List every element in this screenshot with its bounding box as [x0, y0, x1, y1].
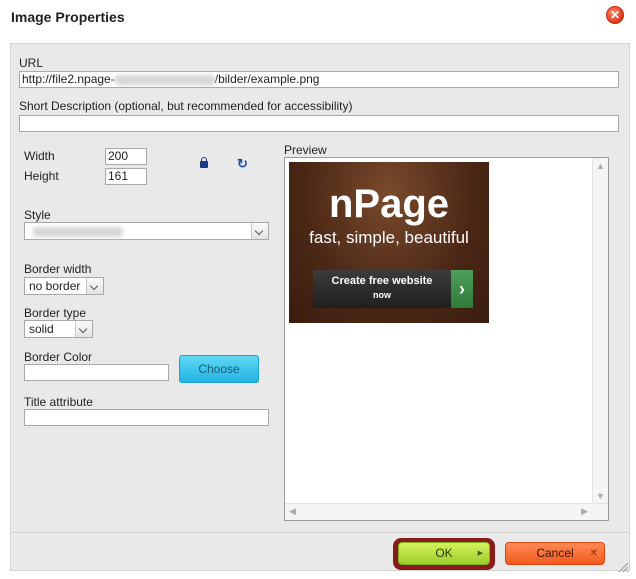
cancel-button-label: Cancel — [536, 546, 574, 560]
close-icon: ✕ — [609, 8, 621, 22]
chevron-down-icon — [86, 278, 103, 294]
scroll-right-icon[interactable]: ▶ — [581, 506, 588, 517]
banner-tagline: fast, simple, beautiful — [309, 228, 469, 247]
banner-cta: Create free website now › — [313, 270, 473, 308]
dialog-title: Image Properties — [11, 9, 125, 25]
border-type-value: solid — [29, 322, 54, 336]
url-value-suffix: /bilder/example.png — [214, 72, 320, 86]
width-input[interactable]: 200 — [105, 148, 147, 165]
reset-size-icon[interactable]: ↻ — [237, 157, 249, 170]
border-width-label: Border width — [24, 262, 92, 276]
preview-pane: nPage fast, simple, beautiful Create fre… — [284, 157, 609, 521]
title-attribute-input[interactable] — [24, 409, 269, 426]
choose-color-button[interactable]: Choose — [179, 355, 259, 383]
scroll-down-icon[interactable]: ▼ — [596, 491, 605, 501]
cancel-button[interactable]: Cancel ✕ — [505, 542, 605, 565]
title-attribute-label: Title attribute — [24, 395, 93, 409]
url-input[interactable]: http://file2.npage- /bilder/example.png — [19, 71, 619, 88]
chevron-down-icon — [75, 321, 92, 337]
border-width-select[interactable]: no border — [24, 277, 104, 295]
scroll-left-icon[interactable]: ◀ — [289, 506, 296, 517]
preview-vertical-scrollbar[interactable]: ▲ ▼ — [592, 158, 608, 504]
preview-label: Preview — [284, 143, 327, 157]
url-label: URL — [19, 56, 44, 70]
style-label: Style — [24, 208, 51, 222]
ok-button[interactable]: OK ▶ — [398, 542, 490, 565]
border-type-label: Border type — [24, 306, 87, 320]
border-color-label: Border Color — [24, 350, 93, 364]
short-description-input[interactable] — [19, 115, 619, 132]
preview-image: nPage fast, simple, beautiful Create fre… — [289, 162, 489, 323]
banner-headline: nPage — [328, 182, 450, 226]
chevron-down-icon — [251, 223, 268, 239]
banner-cta-line1: Create free website — [331, 275, 433, 287]
chevron-right-icon: ▶ — [477, 550, 483, 557]
short-description-label: Short Description (optional, but recomme… — [19, 99, 353, 113]
chevron-right-icon: › — [451, 270, 473, 308]
redacted-region — [33, 227, 123, 237]
url-value-prefix: http://file2.npage- — [22, 72, 115, 86]
lock-icon[interactable] — [200, 157, 208, 168]
preview-horizontal-scrollbar[interactable]: ◀ ▶ — [285, 503, 608, 520]
scroll-up-icon[interactable]: ▲ — [596, 161, 605, 171]
style-select[interactable] — [24, 222, 269, 240]
redacted-region — [114, 74, 215, 85]
border-color-input[interactable] — [24, 364, 169, 381]
resize-grip-icon[interactable] — [617, 561, 629, 573]
close-icon: ✕ — [589, 548, 598, 559]
dialog-titlebar: Image Properties ✕ — [0, 0, 636, 36]
ok-button-label: OK — [435, 546, 453, 560]
width-label: Width — [24, 149, 55, 163]
height-label: Height — [24, 169, 59, 183]
banner-cta-line2: now — [373, 290, 391, 300]
border-type-select[interactable]: solid — [24, 320, 93, 338]
image-properties-dialog: Image Properties ✕ URL http://file2.npag… — [0, 0, 636, 579]
close-button[interactable]: ✕ — [606, 6, 624, 24]
height-input[interactable]: 161 — [105, 168, 147, 185]
border-width-value: no border — [29, 279, 81, 293]
